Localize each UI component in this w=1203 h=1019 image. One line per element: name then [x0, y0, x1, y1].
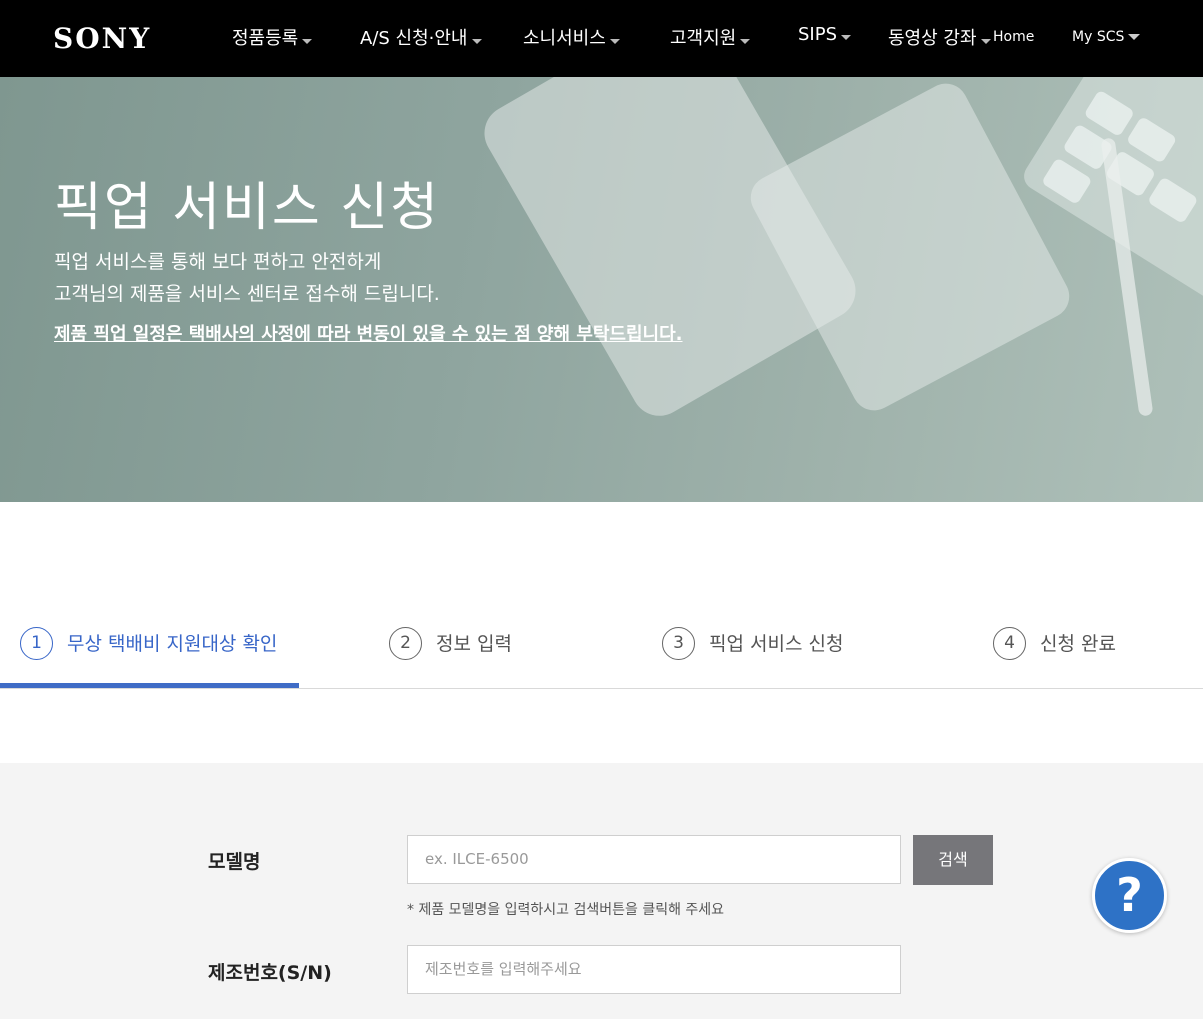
nav-label: 정품등록 [232, 28, 299, 49]
step-label: 픽업 서비스 신청 [709, 633, 844, 655]
step-3[interactable]: 3 픽업 서비스 신청 [662, 597, 882, 688]
model-name-input[interactable]: ex. ILCE-6500 [407, 835, 901, 884]
nav-sips[interactable]: SIPS [798, 24, 852, 45]
page-title: 픽업 서비스 신청 [54, 178, 440, 238]
serial-number-input[interactable]: 제조번호를 입력해주세요 [407, 945, 901, 994]
hero-description-line-1: 픽업 서비스를 통해 보다 편하고 안전하게 [54, 251, 382, 273]
model-check-form: 모델명 ex. ILCE-6500 검색 * 제품 모델명을 입력하시고 검색버… [0, 763, 1203, 1019]
model-name-hint: * 제품 모델명을 입력하시고 검색버튼을 클릭해 주세요 [407, 902, 725, 918]
sony-logo[interactable]: SONY [53, 22, 151, 55]
my-scs-link[interactable]: My SCS [1072, 29, 1124, 45]
help-button[interactable]: ? [1092, 858, 1167, 933]
hero-notice: 제품 픽업 일정은 택배사의 사정에 따라 변동이 있을 수 있는 점 양해 부… [54, 324, 683, 345]
hero-description-line-2: 고객님의 제품을 서비스 센터로 접수해 드립니다. [54, 283, 440, 305]
chevron-down-icon [471, 38, 482, 44]
step-1[interactable]: 1 무상 택배비 지원대상 확인 [20, 597, 299, 688]
nav-label: A/S 신청·안내 [360, 28, 468, 49]
hero-device-illustration [743, 77, 1077, 419]
serial-number-label: 제조번호(S/N) [208, 962, 332, 984]
nav-label: 소니서비스 [523, 28, 606, 49]
nav-product-registration[interactable]: 정품등록 [232, 24, 313, 50]
top-header: SONY 정품등록 A/S 신청·안내 소니서비스 고객지원 SIPS 동영상 … [0, 0, 1203, 77]
nav-customer-support[interactable]: 고객지원 [670, 24, 751, 50]
step-2[interactable]: 2 정보 입력 [389, 597, 589, 688]
step-number: 4 [993, 627, 1026, 660]
step-4[interactable]: 4 신청 완료 [993, 597, 1173, 688]
nav-label: 고객지원 [670, 28, 737, 49]
nav-label: 동영상 강좌 [888, 28, 977, 49]
step-label: 무상 택배비 지원대상 확인 [67, 633, 278, 655]
nav-as-request[interactable]: A/S 신청·안내 [360, 24, 482, 50]
search-button[interactable]: 검색 [913, 835, 993, 885]
chevron-down-icon [740, 38, 751, 44]
model-name-label: 모델명 [208, 851, 261, 873]
home-link[interactable]: Home [993, 29, 1034, 45]
nav-sony-service[interactable]: 소니서비스 [523, 24, 620, 50]
chevron-down-icon[interactable] [1128, 34, 1140, 40]
chevron-down-icon [302, 38, 313, 44]
chevron-down-icon [841, 34, 852, 40]
chevron-down-icon [980, 38, 991, 44]
step-number: 2 [389, 627, 422, 660]
active-step-underline [0, 683, 299, 688]
step-indicator: 1 무상 택배비 지원대상 확인 2 정보 입력 3 픽업 서비스 신청 4 신… [0, 597, 1203, 689]
hero-banner: 픽업 서비스 신청 픽업 서비스를 통해 보다 편하고 안전하게 고객님의 제품… [0, 77, 1203, 502]
step-label: 정보 입력 [436, 633, 512, 655]
step-number: 1 [20, 627, 53, 660]
nav-label: SIPS [798, 24, 838, 45]
nav-video-lectures[interactable]: 동영상 강좌 [888, 24, 991, 50]
step-number: 3 [662, 627, 695, 660]
chevron-down-icon [609, 38, 620, 44]
step-label: 신청 완료 [1040, 633, 1116, 655]
